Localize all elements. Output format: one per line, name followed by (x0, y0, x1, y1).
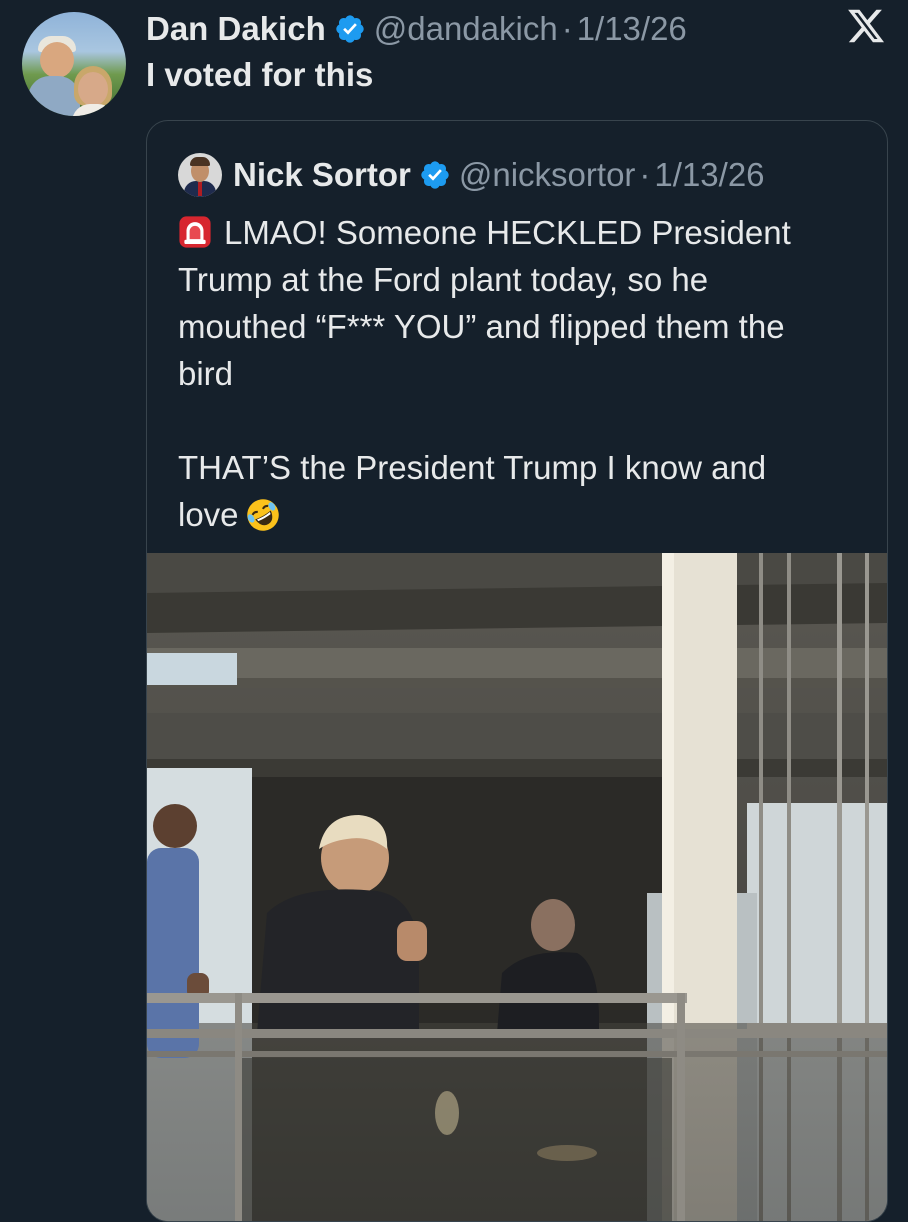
quoted-tweet-video[interactable] (147, 553, 887, 1221)
quoted-tweet-header: Nick Sortor @nicksortor · 1/13/26 (233, 153, 765, 197)
siren-icon (179, 216, 211, 248)
quoted-author-handle[interactable]: @nicksortor (459, 156, 636, 194)
rolling-laughing-icon (246, 499, 279, 531)
text-line: Trump at the Ford plant today, so he (178, 261, 709, 298)
quoted-tweet-card[interactable]: Nick Sortor @nicksortor · 1/13/26 LMAO! … (146, 120, 888, 1222)
text-line: bird (178, 355, 234, 392)
verified-badge-icon (336, 15, 364, 43)
author-handle[interactable]: @dandakich (374, 10, 558, 48)
text-line: THAT’S the President Trump I know and (178, 449, 767, 486)
author-avatar[interactable] (22, 12, 126, 116)
author-name[interactable]: Dan Dakich (146, 10, 326, 48)
text-line: LMAO! Someone HECKLED President (178, 209, 878, 256)
video-frame (147, 553, 887, 1221)
x-logo-icon (848, 9, 885, 43)
meta-separator: · (639, 156, 651, 193)
verified-badge-icon (421, 161, 449, 189)
meta-separator: · (561, 10, 573, 47)
quoted-author-avatar[interactable] (178, 153, 222, 197)
quoted-tweet-text: LMAO! Someone HECKLED President Trump at… (178, 209, 878, 538)
tweet-date[interactable]: 1/13/26 (577, 10, 687, 48)
text-line: love (178, 491, 878, 538)
tweet-text: I voted for this (146, 56, 374, 93)
quoted-tweet-date[interactable]: 1/13/26 (654, 156, 764, 194)
tweet-header: Dan Dakich @dandakich · 1/13/26 (146, 8, 687, 50)
quoted-author-name[interactable]: Nick Sortor (233, 156, 411, 194)
text-line: mouthed “F*** YOU” and flipped them the (178, 308, 785, 345)
